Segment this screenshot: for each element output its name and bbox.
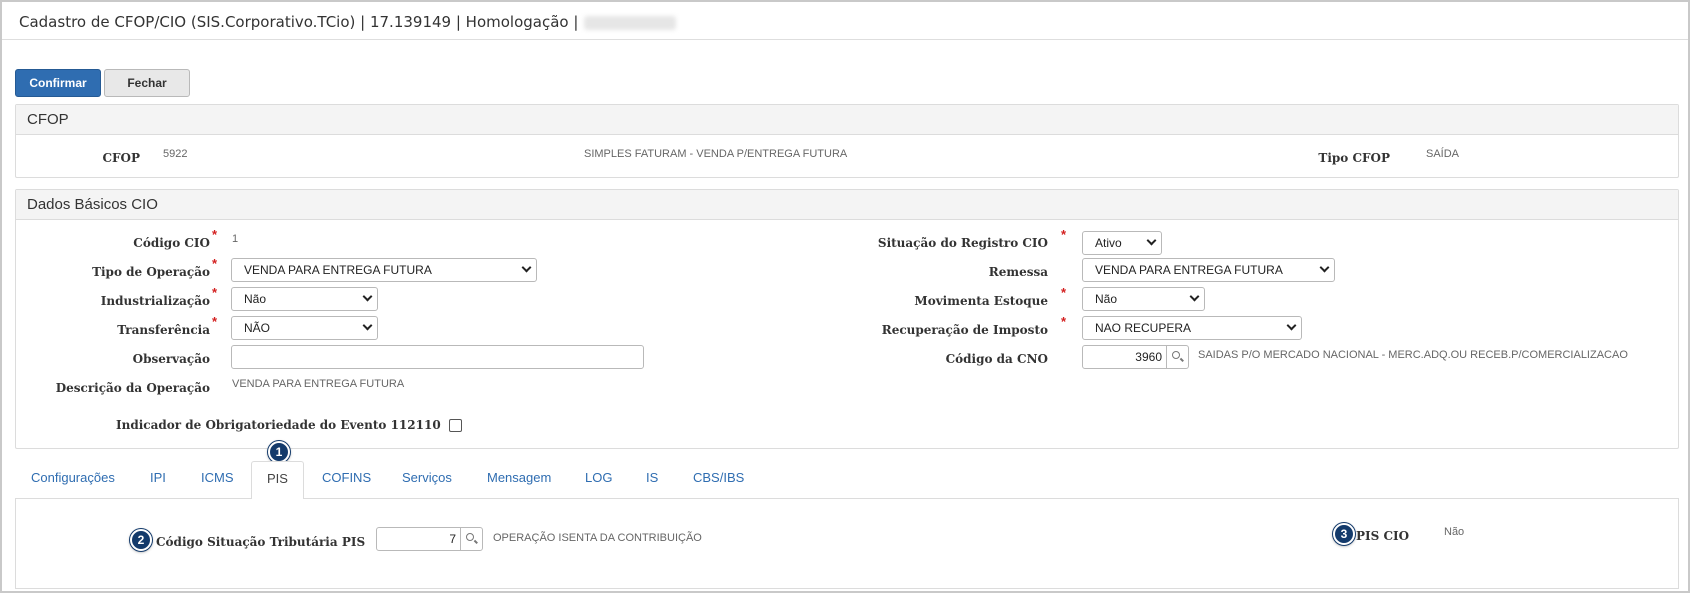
tab-configuracoes[interactable]: Configurações [31, 470, 115, 485]
indicador-obrigatoriedade-label: Indicador de Obrigatoriedade do Evento 1… [116, 418, 441, 432]
tipo-cfop-value: SAÍDA [1426, 148, 1460, 160]
situacao-registro-select[interactable]: Ativo [1082, 231, 1162, 255]
transferencia-select-value: NÃO [244, 321, 271, 335]
pis-tab-pane: 2 Código Situação Tributária PIS 7 OPERA… [15, 499, 1679, 589]
movimenta-estoque-label: Movimenta Estoque [914, 294, 1048, 308]
required-mark: * [1061, 314, 1067, 329]
required-mark: * [212, 314, 218, 329]
remessa-select[interactable]: VENDA PARA ENTREGA FUTURA [1082, 258, 1335, 282]
tab-bar: Configurações IPI ICMS PIS COFINS Serviç… [15, 461, 1679, 500]
chevron-down-icon [362, 291, 373, 302]
cio-panel: Dados Básicos CIO Código CIO * 1 Tipo de… [15, 189, 1679, 449]
window-frame: Cadastro de CFOP/CIO (SIS.Corporativo.TC… [0, 0, 1690, 593]
chevron-down-icon [1146, 235, 1157, 246]
situacao-registro-label: Situação do Registro CIO [877, 236, 1048, 250]
chevron-down-icon [1189, 291, 1200, 302]
observacao-input[interactable] [231, 345, 644, 369]
descricao-operacao-label: Descrição da Operação [55, 381, 210, 395]
recuperacao-imposto-select[interactable]: NAO RECUPERA [1082, 316, 1302, 340]
recuperacao-imposto-label: Recuperação de Imposto [881, 323, 1048, 337]
codigo-cno-value: 3960 [1135, 350, 1162, 364]
step-badge-2: 2 [130, 529, 152, 551]
tipo-operacao-select-value: VENDA PARA ENTREGA FUTURA [244, 263, 432, 277]
tab-ipi[interactable]: IPI [150, 470, 166, 485]
cfop-value: 5922 [163, 148, 188, 160]
cst-pis-lookup[interactable]: 7 [376, 527, 483, 551]
indicador-obrigatoriedade-checkbox[interactable] [449, 419, 462, 432]
cst-pis-description: OPERAÇÃO ISENTA DA CONTRIBUIÇÃO [493, 532, 702, 544]
step-badge-1: 1 [268, 441, 290, 463]
tab-is[interactable]: IS [646, 470, 658, 485]
tab-log[interactable]: LOG [585, 470, 612, 485]
situacao-registro-select-value: Ativo [1095, 236, 1122, 250]
pis-cio-value: Não [1444, 526, 1465, 538]
window-title-text: Cadastro de CFOP/CIO (SIS.Corporativo.TC… [19, 13, 579, 31]
codigo-cno-label: Código da CNO [945, 352, 1048, 366]
pis-cio-label: PIS CIO [1356, 529, 1410, 543]
required-mark: * [212, 227, 218, 242]
cfop-panel-heading: CFOP [16, 105, 1678, 135]
movimenta-estoque-select[interactable]: Não [1082, 287, 1205, 311]
close-button[interactable]: Fechar [104, 69, 190, 97]
cno-search-button[interactable] [1166, 346, 1188, 368]
tab-cofins[interactable]: COFINS [322, 470, 371, 485]
movimenta-estoque-select-value: Não [1095, 292, 1118, 306]
search-icon [1172, 351, 1180, 359]
industrializacao-select-value: Não [244, 292, 267, 306]
chevron-down-icon [1319, 262, 1330, 273]
transferencia-select[interactable]: NÃO [231, 316, 378, 340]
codigo-cio-label: Código CIO [133, 236, 210, 250]
descricao-operacao-value: VENDA PARA ENTREGA FUTURA [232, 378, 405, 390]
cst-pis-search-button[interactable] [460, 528, 482, 550]
cfop-label: CFOP [102, 151, 140, 165]
chevron-down-icon [1286, 320, 1297, 331]
tab-pis-label: PIS [267, 471, 288, 486]
industrializacao-label: Industrialização [100, 294, 210, 308]
required-mark: * [212, 256, 218, 271]
step-badge-3: 3 [1333, 523, 1355, 545]
cfop-description: SIMPLES FATURAM - VENDA P/ENTREGA FUTURA [584, 148, 848, 160]
required-mark: * [1061, 227, 1067, 242]
cio-panel-heading: Dados Básicos CIO [16, 190, 1678, 220]
observacao-label: Observação [132, 352, 210, 366]
tab-servicos[interactable]: Serviços [402, 470, 452, 485]
codigo-cno-description: SAIDAS P/O MERCADO NACIONAL - MERC.ADQ.O… [1198, 349, 1628, 361]
window-title: Cadastro de CFOP/CIO (SIS.Corporativo.TC… [2, 2, 1688, 40]
tab-icms[interactable]: ICMS [201, 470, 234, 485]
required-mark: * [1061, 285, 1067, 300]
chevron-down-icon [362, 320, 373, 331]
tab-cbs-ibs[interactable]: CBS/IBS [693, 470, 744, 485]
recuperacao-imposto-select-value: NAO RECUPERA [1095, 321, 1192, 335]
search-icon [466, 533, 474, 541]
chevron-down-icon [521, 262, 532, 273]
tab-pis[interactable]: PIS [251, 461, 304, 500]
industrializacao-select[interactable]: Não [231, 287, 378, 311]
tab-mensagem[interactable]: Mensagem [487, 470, 551, 485]
codigo-cno-lookup[interactable]: 3960 [1082, 345, 1189, 369]
required-mark: * [212, 285, 218, 300]
remessa-select-value: VENDA PARA ENTREGA FUTURA [1095, 263, 1283, 277]
cst-pis-label: Código Situação Tributária PIS [156, 535, 366, 549]
redacted-text [584, 15, 677, 30]
cfop-panel: CFOP CFOP 5922 SIMPLES FATURAM - VENDA P… [15, 104, 1679, 178]
remessa-label: Remessa [988, 265, 1048, 279]
tipo-cfop-label: Tipo CFOP [1318, 151, 1390, 165]
tipo-operacao-select[interactable]: VENDA PARA ENTREGA FUTURA [231, 258, 537, 282]
tipo-operacao-label: Tipo de Operação [92, 265, 210, 279]
codigo-cio-value: 1 [232, 233, 239, 245]
transferencia-label: Transferência [117, 323, 210, 337]
confirm-button[interactable]: Confirmar [15, 69, 101, 97]
cst-pis-value: 7 [449, 532, 456, 546]
